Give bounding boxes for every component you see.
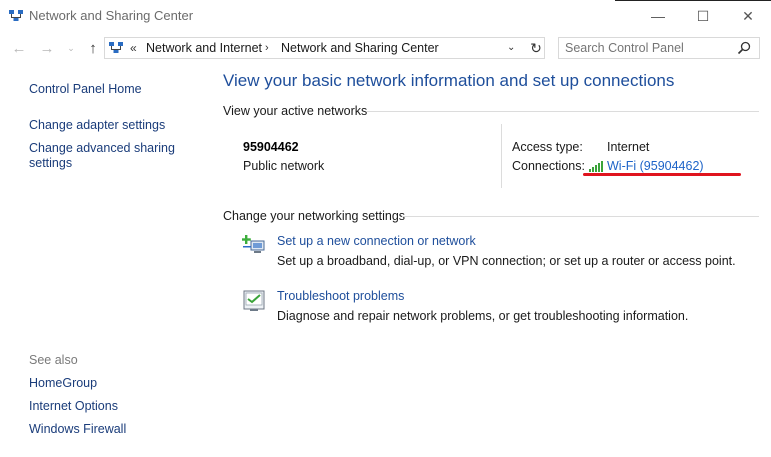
windows-firewall-link[interactable]: Windows Firewall [29, 422, 126, 436]
breadcrumb-network-sharing-center[interactable]: Network and Sharing Center [281, 41, 439, 55]
search-icon[interactable] [737, 41, 751, 55]
page-title: View your basic network information and … [223, 71, 675, 90]
active-networks-heading: View your active networks [223, 104, 368, 118]
troubleshoot-description: Diagnose and repair network problems, or… [277, 309, 689, 323]
control-panel-icon [109, 42, 123, 53]
maximize-button[interactable]: ☐ [680, 0, 726, 32]
window-title: Network and Sharing Center [29, 8, 194, 23]
setup-connection-description: Set up a broadband, dial-up, or VPN conn… [277, 254, 736, 268]
back-arrow-icon[interactable]: ← [10, 39, 28, 57]
change-adapter-settings-link[interactable]: Change adapter settings [29, 118, 165, 132]
see-also-label: See also [29, 353, 78, 367]
troubleshoot-icon [243, 290, 265, 311]
vertical-divider [501, 124, 502, 188]
minimize-button[interactable]: — [635, 0, 681, 32]
address-dropdown-icon[interactable]: ⌄ [507, 42, 515, 53]
new-connection-icon [242, 235, 265, 253]
homegroup-link[interactable]: HomeGroup [29, 376, 97, 390]
recent-locations-icon[interactable]: ⌄ [62, 39, 80, 57]
change-advanced-sharing-link[interactable]: Change advanced sharing settings [29, 141, 199, 171]
access-type-label: Access type: [512, 140, 583, 154]
connections-label: Connections: [512, 159, 585, 173]
breadcrumb-network-and-internet[interactable]: Network and Internet [146, 41, 262, 55]
network-center-icon [9, 10, 23, 21]
refresh-button[interactable]: ↻ [526, 38, 546, 58]
internet-options-link[interactable]: Internet Options [29, 399, 118, 413]
change-settings-heading: Change your networking settings [223, 209, 406, 223]
close-button[interactable]: ✕ [725, 0, 771, 32]
breadcrumb-separator-icon[interactable]: › [265, 42, 269, 54]
control-panel-home-link[interactable]: Control Panel Home [29, 82, 142, 96]
up-arrow-icon[interactable]: ↑ [84, 39, 102, 57]
highlight-underline [583, 173, 741, 176]
forward-arrow-icon[interactable]: → [38, 39, 56, 57]
access-type-value: Internet [607, 140, 650, 154]
search-input[interactable] [565, 41, 735, 55]
wifi-signal-icon [589, 161, 603, 172]
wifi-connection-link[interactable]: Wi-Fi (95904462) [607, 159, 704, 173]
section-divider [366, 111, 759, 112]
network-name: 95904462 [243, 140, 299, 154]
troubleshoot-problems-link[interactable]: Troubleshoot problems [277, 289, 404, 303]
setup-connection-link[interactable]: Set up a new connection or network [277, 234, 476, 248]
section-divider [402, 216, 759, 217]
network-category: Public network [243, 159, 325, 173]
breadcrumb-overflow-icon[interactable]: « [130, 41, 137, 55]
